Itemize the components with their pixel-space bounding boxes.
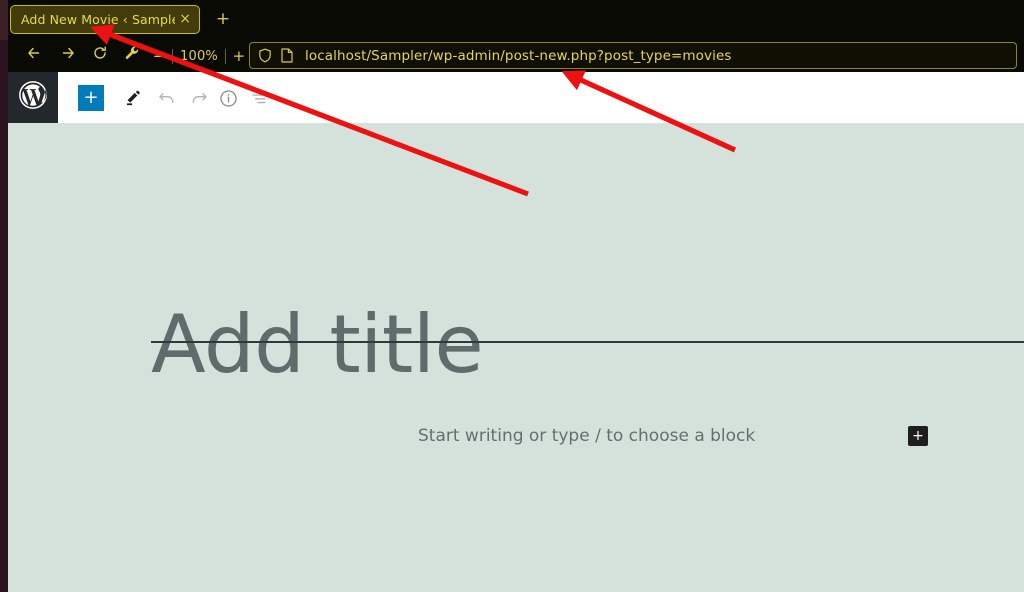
tools-pencil-button[interactable] [121,85,147,111]
new-tab-button[interactable]: + [213,9,233,29]
back-arrow-icon[interactable] [20,40,48,72]
zoom-divider-left [172,48,173,64]
block-inserter-toggle-button[interactable]: + [78,85,104,111]
plus-icon: + [83,87,99,108]
zoom-level-label: 100% [180,48,218,64]
shield-icon[interactable] [258,48,272,63]
inline-block-inserter-button[interactable]: + [908,426,928,446]
zoom-out-button[interactable]: − [148,47,170,65]
wordpress-logo-button[interactable] [8,72,58,123]
plus-icon: + [912,428,924,444]
forward-arrow-icon[interactable] [54,40,82,72]
post-body-placeholder[interactable]: Start writing or type / to choose a bloc… [418,426,755,446]
details-info-icon[interactable] [215,85,241,111]
desktop-edge-strip-upper [0,0,8,40]
redo-button[interactable] [186,85,212,111]
browser-tab-active[interactable]: Add New Movie ‹ Sampler — × [10,5,200,34]
address-bar[interactable]: localhost/Sampler/wp-admin/post-new.php?… [249,42,1017,69]
wrench-icon[interactable] [118,40,146,72]
list-view-button[interactable] [246,85,272,111]
zoom-divider-right [224,48,226,64]
undo-button[interactable] [154,85,180,111]
zoom-controls: − 100% + [148,40,250,72]
screen: Add New Movie ‹ Sampler — × + − [0,0,1024,592]
desktop-edge-strip [0,0,8,592]
page-document-icon[interactable] [281,48,293,63]
editor-canvas: Add title Start writing or type / to cho… [8,123,1024,592]
wp-editor-toolbar: + [8,72,1024,123]
close-icon[interactable]: × [175,12,193,28]
browser-tab-title: Add New Movie ‹ Sampler — [21,12,175,27]
url-text: localhost/Sampler/wp-admin/post-new.php?… [305,47,732,64]
browser-tab-strip: Add New Movie ‹ Sampler — × + [8,0,1024,40]
reload-icon[interactable] [86,40,114,72]
zoom-in-button[interactable]: + [228,47,250,65]
post-title-input[interactable]: Add title [151,305,484,385]
wordpress-logo-icon [18,80,48,115]
title-divider [151,341,1024,343]
